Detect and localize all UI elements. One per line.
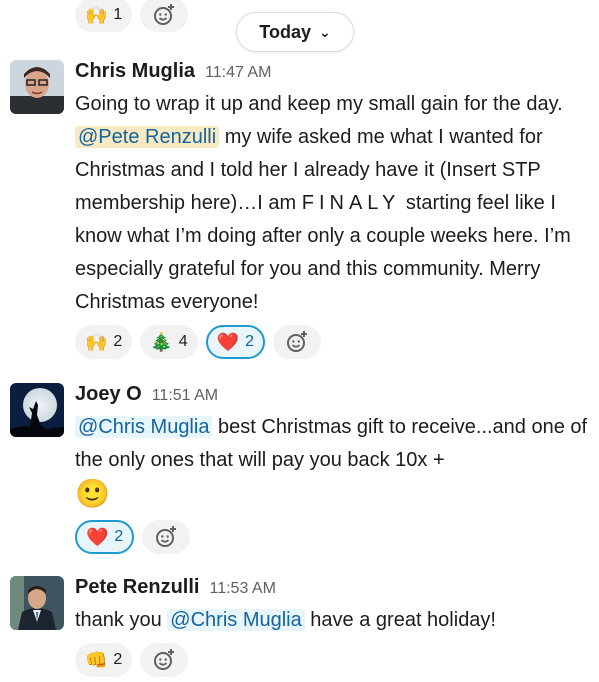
message-header: Chris Muglia 11:47 AM: [75, 60, 589, 88]
reaction-raised-hands[interactable]: 🙌 2: [75, 325, 133, 359]
add-reaction-button[interactable]: [272, 325, 321, 359]
add-emoji-icon: [286, 331, 307, 352]
raised-hands-emoji: 🙌: [85, 5, 108, 25]
author-name[interactable]: Joey O: [75, 383, 142, 406]
message-text: @Chris Muglia best Christmas gift to rec…: [75, 416, 588, 509]
add-emoji-icon: [156, 526, 177, 547]
mention-pete-renzulli[interactable]: @Pete Renzulli: [75, 126, 220, 148]
reaction-count: 4: [178, 333, 188, 350]
mention-chris-muglia[interactable]: @Chris Muglia: [167, 609, 305, 631]
previous-message-reactions: 🙌 1: [75, 0, 189, 32]
add-reaction-button[interactable]: [140, 0, 189, 32]
avatar-pete-renzulli: [10, 576, 64, 630]
heart-emoji: ❤️: [86, 527, 109, 547]
avatar[interactable]: [10, 383, 64, 437]
reaction-count: 2: [113, 651, 123, 668]
timestamp[interactable]: 11:51 AM: [152, 387, 218, 405]
author-name[interactable]: Pete Renzulli: [75, 576, 199, 599]
avatar-joey-o: [10, 383, 64, 437]
message-reactions: ❤️ 2: [75, 520, 589, 554]
avatar-chris-muglia: [10, 60, 64, 114]
chevron-down-icon: ⌄: [318, 23, 331, 40]
timestamp[interactable]: 11:47 AM: [205, 64, 271, 82]
christmas-tree-emoji: 🎄: [150, 332, 173, 352]
heart-emoji: ❤️: [216, 332, 240, 352]
date-divider-label: Today: [259, 21, 311, 42]
date-divider-today[interactable]: Today ⌄: [236, 12, 354, 52]
reaction-count: 2: [113, 333, 123, 350]
avatar[interactable]: [10, 576, 64, 630]
reaction-count: 2: [114, 528, 124, 545]
avatar[interactable]: [10, 60, 64, 114]
timestamp[interactable]: 11:53 AM: [209, 580, 275, 598]
reaction-heart[interactable]: ❤️ 2: [75, 520, 135, 554]
reaction-fist-bump[interactable]: 👊 2: [75, 643, 133, 677]
emphasized-word: FINALY: [301, 192, 401, 214]
mention-chris-muglia[interactable]: @Chris Muglia: [75, 416, 213, 438]
fist-bump-emoji: 👊: [85, 650, 108, 670]
message-text: thank you @Chris Muglia have a great hol…: [75, 609, 496, 631]
message-reactions: 👊 2: [75, 643, 589, 677]
message-reactions: 🙌 2 🎄 4 ❤️ 2: [75, 325, 589, 359]
message-header: Joey O 11:51 AM: [75, 383, 589, 411]
raised-hands-emoji: 🙌: [85, 332, 108, 352]
reaction-christmas-tree[interactable]: 🎄 4: [140, 325, 198, 359]
reaction-heart[interactable]: ❤️ 2: [205, 325, 265, 359]
reaction-raised-hands[interactable]: 🙌 1: [75, 0, 133, 32]
message-header: Pete Renzulli 11:53 AM: [75, 576, 589, 604]
message-text: Going to wrap it up and keep my small ga…: [75, 93, 571, 313]
slightly-smiling-face-emoji: 🙂: [75, 478, 110, 509]
add-emoji-icon: [154, 649, 175, 670]
reaction-count: 1: [113, 6, 123, 23]
add-reaction-button[interactable]: [142, 520, 191, 554]
reaction-count: 2: [245, 333, 254, 350]
author-name[interactable]: Chris Muglia: [75, 60, 195, 83]
add-emoji-icon: [154, 4, 175, 25]
add-reaction-button[interactable]: [140, 643, 189, 677]
